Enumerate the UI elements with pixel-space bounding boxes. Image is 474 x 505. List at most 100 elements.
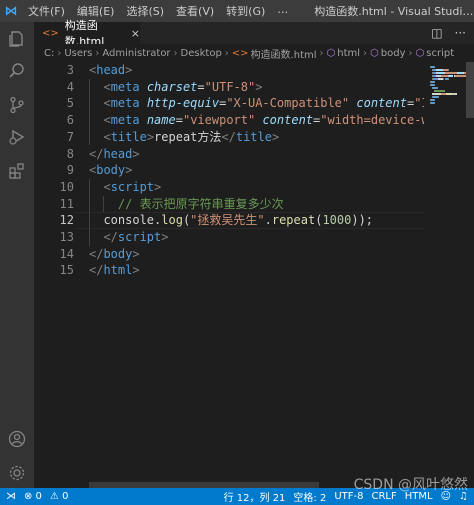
code-line[interactable]: // 表示把原字符串重复多少次 (89, 196, 284, 213)
indentation-space (89, 113, 103, 127)
code-token: > (125, 63, 133, 77)
indentation-space (89, 213, 103, 227)
element-cube-icon: ⬡ (415, 47, 425, 59)
breadcrumb-users[interactable]: Users (64, 48, 92, 59)
account-icon[interactable] (6, 428, 28, 450)
code-token: > (132, 263, 140, 278)
minimap-token (444, 72, 457, 74)
code-line[interactable]: <body> (89, 162, 132, 179)
indent-guide (89, 229, 90, 246)
explorer-icon[interactable] (6, 28, 28, 50)
minimap-token (454, 93, 457, 95)
minimap[interactable] (424, 62, 470, 482)
minimap-token (433, 66, 435, 68)
code-token: > (132, 146, 140, 161)
code-token: content (262, 113, 314, 128)
code-token: charset (146, 79, 198, 94)
code-token: html (103, 263, 133, 278)
breadcrumb-separator-icon: › (408, 47, 413, 59)
code-token: > (255, 79, 263, 94)
minimap-token (434, 102, 436, 104)
breadcrumb-file[interactable]: 构造函数.html (251, 46, 317, 61)
minimap-token (434, 81, 436, 83)
source-control-icon[interactable] (6, 94, 28, 116)
element-cube-icon: ⬡ (326, 47, 336, 59)
code-token: </ (89, 246, 104, 261)
line-number: 14 (59, 246, 74, 261)
indentation-space (89, 180, 103, 194)
breadcrumb-desktop[interactable]: Desktop (181, 48, 222, 59)
code-line[interactable]: </script> (89, 229, 168, 246)
scrollbar-thumb[interactable] (466, 62, 474, 118)
code-token: http-equiv (146, 96, 220, 111)
cursor-position[interactable]: 行 12，列 21 (224, 489, 286, 504)
search-icon[interactable] (6, 60, 28, 82)
code-line[interactable]: <title>repeat方法</title> (89, 129, 279, 146)
code-token: // 表示把原字符串重复多少次 (117, 196, 284, 211)
code-token: repeat (271, 213, 316, 228)
code-token: < (103, 79, 111, 94)
code-editor[interactable]: 3 4 5 6 7 8 9 10 11 12 13 14 15 <head> <meta charset… (34, 62, 424, 482)
breadcrumb-separator-icon: › (224, 47, 229, 59)
breadcrumb: C: › Users › Administrator › Desktop › <> 构造函… (34, 44, 474, 62)
menu-more[interactable]: … (271, 3, 294, 19)
tab-active-file[interactable]: <> 构造函数.html × (34, 19, 140, 48)
code-token: meta (110, 96, 140, 111)
watermark: CSDN @风叶悠然 (353, 477, 468, 493)
more-actions-icon[interactable]: ··· (455, 26, 466, 40)
breadcrumb-separator-icon: › (57, 47, 62, 59)
run-debug-icon[interactable] (6, 126, 28, 148)
indent-guide (89, 112, 90, 129)
code-line[interactable]: <meta name="viewport" content="width=dev… (89, 112, 424, 129)
breadcrumb-html[interactable]: html (337, 48, 360, 59)
code-token: meta (110, 113, 140, 128)
minimap-token (448, 78, 449, 80)
code-line[interactable]: </html> (89, 262, 140, 279)
indent-guide (89, 178, 90, 196)
breadcrumb-drive[interactable]: C: (44, 48, 54, 59)
minimap-token (447, 69, 449, 71)
code-token: "viewport" (182, 113, 256, 128)
code-token: < (103, 129, 111, 144)
breadcrumb-script[interactable]: script (426, 48, 454, 59)
code-line[interactable]: </head> (89, 146, 140, 163)
breadcrumb-administrator[interactable]: Administrator (102, 48, 170, 59)
code-line[interactable]: <script> (89, 179, 161, 196)
split-editor-icon[interactable]: ◫ (431, 26, 442, 40)
line-number: 7 (66, 129, 74, 144)
code-line[interactable]: <meta charset="UTF-8"> (89, 79, 262, 96)
extensions-icon[interactable] (6, 160, 28, 182)
code-token: head (103, 146, 133, 161)
code-line[interactable]: <head> (89, 62, 132, 79)
line-number: 15 (59, 263, 74, 278)
menu-selection[interactable]: 选择(S) (120, 3, 170, 19)
minimap-token (437, 96, 439, 98)
close-tab-icon[interactable]: × (131, 27, 140, 40)
code-token: body (96, 163, 126, 178)
window-title: 构造函数.html - Visual Studi… (314, 5, 474, 18)
errors-count[interactable]: ⊗ 0 (24, 491, 42, 502)
code-token: > (154, 179, 162, 194)
indentation[interactable]: 空格: 2 (293, 489, 326, 504)
line-number: 6 (66, 113, 74, 128)
menu-file[interactable]: 文件(F) (22, 3, 71, 19)
settings-gear-icon[interactable] (6, 462, 28, 484)
code-line[interactable]: </body> (89, 246, 140, 263)
tab-bar: <> 构造函数.html × ◫ ··· (34, 19, 474, 48)
vertical-scrollbar[interactable] (466, 62, 474, 482)
vscode-logo-icon: ⋈ (4, 3, 18, 19)
menu-go[interactable]: 转到(G) (220, 3, 271, 19)
code-token: > (146, 129, 155, 144)
menu-view[interactable]: 查看(V) (170, 3, 220, 19)
code-token: = (175, 113, 183, 128)
code-token: < (103, 179, 111, 194)
remote-icon[interactable]: ⋊ (6, 491, 16, 502)
code-line[interactable]: console.log("拯救吴先生".repeat(1000)); (89, 212, 373, 229)
indent-guide (103, 195, 105, 213)
code-token: </ (89, 146, 104, 161)
breadcrumb-body[interactable]: body (381, 48, 406, 59)
line-number: 8 (66, 146, 74, 161)
code-line[interactable]: <meta http-equiv="X-UA-Compatible" conte… (89, 95, 424, 112)
warnings-count[interactable]: ⚠ 0 (50, 491, 69, 502)
